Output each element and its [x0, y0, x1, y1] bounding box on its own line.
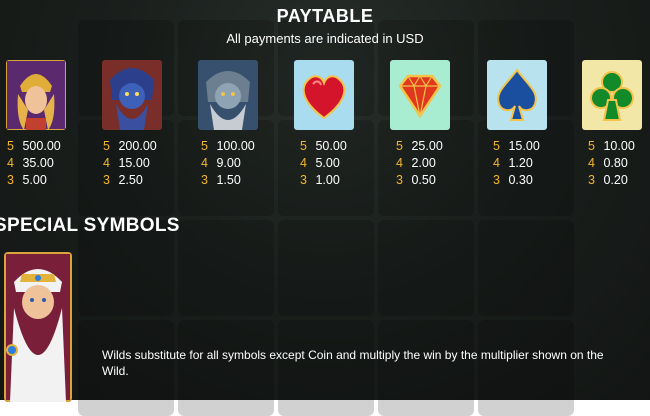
pay-row: 3 0.20	[588, 173, 628, 187]
paytable-entry: 5 500.00 4 35.00 3 5.00	[7, 138, 61, 189]
zeus-blue-icon	[198, 60, 258, 130]
diamond-icon	[390, 60, 450, 130]
paytable-entry: 5 15.00 4 1.20 3 0.30	[493, 138, 540, 189]
pay-row: 3 0.50	[396, 173, 436, 187]
pay-row: 3 0.30	[493, 173, 533, 187]
pay-row: 4 35.00	[7, 156, 54, 170]
heart-icon	[294, 60, 354, 130]
paytable-entry: 5 10.00 4 0.80 3 0.20	[588, 138, 635, 189]
pay-row: 4 2.00	[396, 156, 436, 170]
wild-description: Wilds substitute for all symbols except …	[102, 348, 604, 378]
zeus-wild-icon	[4, 252, 72, 402]
pay-row: 5 50.00	[300, 139, 347, 153]
pay-row: 5 100.00	[201, 139, 255, 153]
pay-row: 3 2.50	[103, 173, 143, 187]
paytable-entry: 5 50.00 4 5.00 3 1.00	[300, 138, 347, 189]
paytable-entry: 5 200.00 4 15.00 3 2.50	[103, 138, 157, 189]
spade-icon	[487, 60, 547, 130]
goddess-icon	[6, 60, 66, 130]
pay-row: 4 1.20	[493, 156, 533, 170]
page-subtitle: All payments are indicated in USD	[226, 31, 424, 46]
page-title: PAYTABLE	[276, 6, 374, 26]
paytable-entry: 5 25.00 4 2.00 3 0.50	[396, 138, 443, 189]
pay-row: 4 9.00	[201, 156, 241, 170]
pay-row: 4 5.00	[300, 156, 340, 170]
pay-row: 5 500.00	[7, 139, 61, 153]
paytable-entry: 5 100.00 4 9.00 3 1.50	[201, 138, 255, 189]
pay-row: 5 200.00	[103, 139, 157, 153]
pay-row: 4 15.00	[103, 156, 150, 170]
special-symbols-heading: SPECIAL SYMBOLS	[0, 215, 180, 236]
pay-row: 5 25.00	[396, 139, 443, 153]
pay-row: 3 5.00	[7, 173, 47, 187]
club-icon	[582, 60, 642, 130]
pay-row: 4 0.80	[588, 156, 628, 170]
pay-row: 5 10.00	[588, 139, 635, 153]
poseidon-icon	[102, 60, 162, 130]
pay-row: 5 15.00	[493, 139, 540, 153]
pay-row: 3 1.50	[201, 173, 241, 187]
pay-row: 3 1.00	[300, 173, 340, 187]
